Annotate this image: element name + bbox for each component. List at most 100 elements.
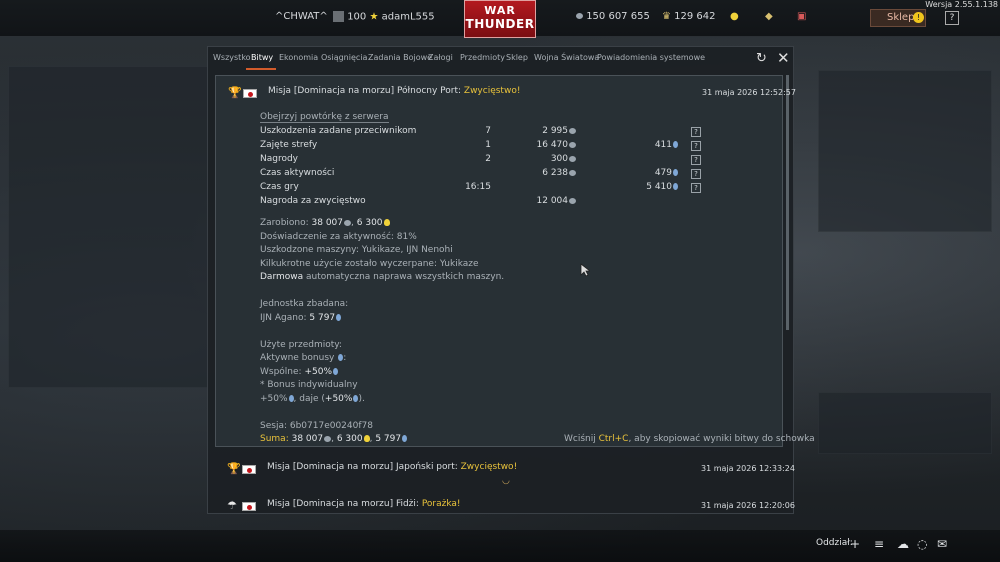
tab-bar: Wszystko Bitwy Ekonomia Osiągnięcia Zada… [208,47,793,70]
silver-value: 150 607 655 [586,11,650,22]
stat-rp: 411 [636,140,678,150]
tab-powiadomienia-systemowe[interactable]: Powiadomienia systemowe [597,53,705,62]
mission-date: 31 maja 2026 12:52:57 [702,88,796,97]
replay-link[interactable]: Obejrzyj powtórkę z serwera [260,112,389,123]
refresh-icon[interactable]: ↻ [756,51,767,66]
stat-silver: 300 [536,154,576,164]
tab-wszystko[interactable]: Wszystko [213,53,251,62]
bonus-calc-line: +50%, daje (+50%). [260,394,365,404]
mission-title: Misja [Dominacja na morzu] Fidżi: Porażk… [267,499,461,509]
silver-lions-icon [569,155,576,162]
silver-lions-icon [324,435,332,442]
player-name: adamL555 [381,11,435,23]
research-points-icon [336,314,342,321]
free-repair-line: Darmowa automatyczna naprawa wszystkich … [260,272,505,282]
stat-silver: 12 004 [526,196,576,206]
player-level[interactable]: 100 ★ adamL555 [333,11,435,23]
activity-line: Doświadczenie za aktywność: 81% [260,232,417,242]
stat-silver: 6 238 [536,168,576,178]
stat-label: Uszkodzenia zadane przeciwnikom [260,126,417,136]
stat-silver: 2 995 [536,126,576,136]
background-vehicle-panel [8,66,208,388]
scrollbar[interactable] [786,75,789,330]
avatar-icon [333,11,344,22]
earned-line: Zarobiono: 38 007, 6 300 [260,218,390,228]
stat-count: 1 [485,140,491,150]
silver-lions-icon [569,169,576,176]
background-slot-panel [818,392,992,454]
silver-balance[interactable]: 150 607 655 [575,11,650,22]
lightbulb-icon [363,435,370,442]
stat-count: 2 [485,154,491,164]
items-header: Użyte przedmioty: [260,340,342,350]
tab-zadania-bojowe[interactable]: Zadania Bojowe [368,53,432,62]
multi-use-line: Kilkukrotne użycie zostało wyczerpane: Y… [260,259,479,269]
active-bonuses-line: Aktywne bonusy : [260,353,347,363]
stat-rp: 479 [636,168,678,178]
stat-label: Czas gry [260,182,299,192]
silver-lions-icon [569,197,576,204]
loading-spinner-icon: ◡ [502,476,510,486]
tab-bitwy[interactable]: Bitwy [251,53,273,62]
lightbulb-icon[interactable]: ● [730,11,739,22]
gold-balance[interactable]: ♛ 129 642 [662,11,716,22]
battle-result-item[interactable]: 🏆 Misja [Dominacja na morzu] Japoński po… [215,456,795,490]
info-icon[interactable]: ? [691,141,701,151]
info-icon[interactable]: ? [691,155,701,165]
chat-icon[interactable]: ◌ [917,537,927,551]
clan-tag: ^CHWAT^ [275,11,328,22]
mission-name: Misja [Dominacja na morzu] Północny Port… [268,86,464,96]
tab-sklep[interactable]: Sklep [506,53,528,62]
help-button[interactable]: ? [945,11,959,25]
silver-lions-icon [344,219,352,226]
research-header: Jednostka zbadana: [260,299,349,309]
info-icon[interactable]: ? [691,127,701,137]
bundle-icon[interactable]: ▣ [797,11,806,22]
mail-icon[interactable]: ✉ [937,537,947,551]
add-icon[interactable]: + [850,537,860,551]
close-icon[interactable]: ✕ [777,49,790,67]
trophy-icon: 🏆 [228,86,242,99]
research-points-icon [673,169,678,176]
parachute-icon: ☂ [227,499,237,512]
tab-osiagniecia[interactable]: Osiągnięcia [321,53,367,62]
premium-icon[interactable]: ◆ [765,11,773,22]
silver-lions-icon [569,141,576,148]
japan-flag-icon [243,89,257,98]
tab-ekonomia[interactable]: Ekonomia [279,53,318,62]
logo-line-1: WAR [484,4,516,17]
bottom-bar: Oddział: + ≡ ☁ ◌ ✉ [0,530,1000,562]
tab-zalogi[interactable]: Załogi [428,53,453,62]
mouse-cursor-icon [580,263,590,277]
shared-bonus-line: Wspólne: +50% [260,367,338,377]
notifications-window: Wszystko Bitwy Ekonomia Osiągnięcia Zada… [207,46,815,514]
tab-przedmioty[interactable]: Przedmioty [460,53,505,62]
gold-value: 129 642 [674,11,716,22]
info-icon[interactable]: ? [691,169,701,179]
individual-bonus-line: * Bonus indywidualny [260,380,358,390]
shop-label: Sklep [887,12,915,23]
stat-silver: 16 470 [536,140,576,150]
mission-date: 31 maja 2026 12:20:06 [701,501,795,510]
war-thunder-logo[interactable]: WAR THUNDER [464,0,536,38]
silver-lions-icon [569,127,576,134]
rank-value: 100 [347,11,367,23]
mission-title[interactable]: Misja [Dominacja na morzu] Północny Port… [268,86,520,96]
tab-wojna-swiatowa[interactable]: Wojna Światowa [534,53,599,62]
shop-button[interactable]: Sklep ! [870,9,926,27]
stat-count: 7 [485,126,491,136]
trophy-icon: 🏆 [227,462,241,475]
research-line: IJN Agano: 5 797 [260,313,342,323]
list-icon[interactable]: ≡ [874,537,884,551]
squad-label: Oddział: [816,538,853,548]
contacts-icon[interactable]: ☁ [897,537,909,551]
version-label: Wersja 2.55.1.138 [925,0,998,9]
battle-result-item[interactable]: ☂ Misja [Dominacja na morzu] Fidżi: Pora… [215,493,795,527]
battle-result-card: 🏆 Misja [Dominacja na morzu] Północny Po… [215,75,815,447]
research-points-icon [333,368,338,375]
info-icon[interactable]: ? [691,183,701,193]
copy-hint: Wciśnij Ctrl+C, aby skopiować wyniki bit… [564,434,815,444]
stat-rp: 5 410 [636,182,678,192]
damaged-vehicles-line: Uszkodzone maszyny: Yukikaze, IJN Nenohi [260,245,453,255]
research-points-icon [402,435,408,442]
